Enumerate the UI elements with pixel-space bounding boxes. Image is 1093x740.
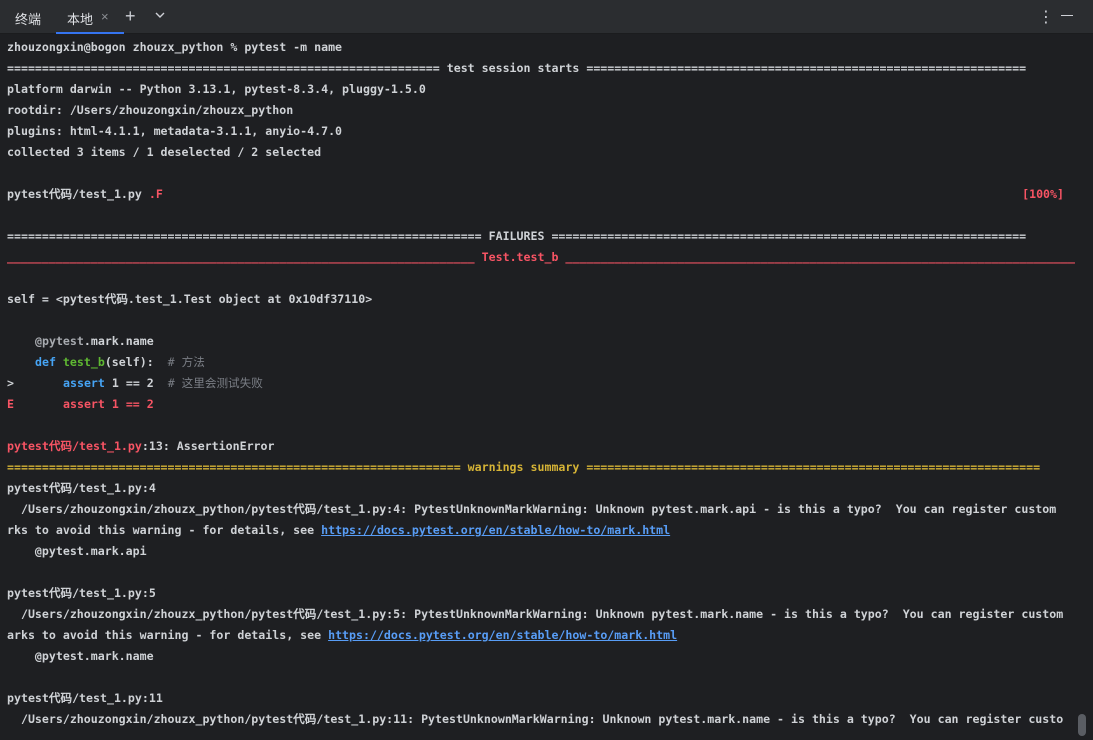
- add-icon[interactable]: +: [125, 6, 136, 27]
- def-comment: # 方法: [153, 355, 205, 369]
- assert-expression: 1 == 2: [111, 376, 154, 390]
- failure-test-header: ________________________________________…: [7, 247, 1075, 268]
- test-file: pytest代码/test_1.py: [7, 187, 149, 201]
- error-location: pytest代码/test_1.py: [7, 439, 142, 453]
- tab-local[interactable]: 本地 ×: [56, 0, 124, 34]
- close-icon[interactable]: ×: [101, 9, 109, 24]
- error-line: assert 1 == 2: [63, 397, 154, 411]
- terminal-output[interactable]: zhouzongxin@bogon zhouzx_python % pytest…: [0, 35, 1093, 740]
- assert-comment: # 这里会测试失败: [153, 376, 263, 390]
- assert-line: assert 1 == 2 # 这里会测试失败: [63, 373, 263, 394]
- error-prefix: E: [7, 397, 14, 411]
- def-keyword: def: [35, 355, 63, 369]
- failure-rule-right: ________________________________________…: [558, 250, 1075, 264]
- plugins-line: plugins: html-4.1.1, metadata-3.1.1, any…: [7, 124, 343, 138]
- warning-1-wrap: rks to avoid this warning - for details,…: [7, 520, 670, 541]
- collected-line: collected 3 items / 1 deselected / 2 sel…: [7, 145, 322, 159]
- test-progress-line: pytest代码/test_1.py .F: [7, 184, 163, 205]
- chevron-down-icon[interactable]: [154, 9, 166, 24]
- warning-1-message: /Users/zhouzongxin/zhouzx_python/pytest代…: [7, 502, 1057, 516]
- terminal-panel-title: 终端: [15, 12, 42, 27]
- warning-1-wrap-text: rks to avoid this warning - for details,…: [7, 523, 322, 537]
- minimize-icon[interactable]: [1061, 15, 1073, 16]
- warning-1-docs-link[interactable]: https://docs.pytest.org/en/stable/how-to…: [321, 523, 670, 537]
- assertion-error-line: pytest代码/test_1.py:13: AssertionError: [7, 436, 275, 457]
- assert-keyword: assert: [63, 376, 112, 390]
- decorator-at: @pytest: [35, 334, 84, 348]
- error-message: :13: AssertionError: [141, 439, 275, 453]
- function-name: test_b: [62, 355, 105, 369]
- assert-prefix: >: [7, 376, 14, 390]
- more-options-icon[interactable]: ⋮: [1038, 7, 1054, 27]
- test-result: .F: [148, 187, 163, 201]
- failure-rule-left: ________________________________________…: [7, 250, 482, 264]
- tab-local-label: 本地: [67, 12, 94, 27]
- decorator-line: @pytest.mark.name: [35, 331, 154, 352]
- warning-2-location: pytest代码/test_1.py:5: [7, 586, 156, 600]
- warning-2-source: @pytest.mark.name: [7, 649, 154, 663]
- command-line: zhouzongxin@bogon zhouzx_python % pytest…: [7, 40, 343, 54]
- terminal-tab-bar: 终端 本地 × + ⋮: [0, 0, 1093, 34]
- platform-line: platform darwin -- Python 3.13.1, pytest…: [7, 82, 426, 96]
- warning-2-wrap-text: arks to avoid this warning - for details…: [7, 628, 329, 642]
- function-signature: (self):: [104, 355, 154, 369]
- warning-3-location: pytest代码/test_1.py:11: [7, 691, 163, 705]
- warnings-header: ========================================…: [7, 460, 1041, 474]
- warning-2-message: /Users/zhouzongxin/zhouzx_python/pytest代…: [7, 607, 1064, 621]
- warning-3-message: /Users/zhouzongxin/zhouzx_python/pytest代…: [7, 712, 1064, 726]
- warning-1-location: pytest代码/test_1.py:4: [7, 481, 156, 495]
- test-percent: [100%]: [1022, 187, 1064, 201]
- decorator-rest: .mark.name: [83, 334, 154, 348]
- failure-test-name: Test.test_b: [481, 250, 559, 264]
- failures-header: ========================================…: [7, 229, 1027, 243]
- vertical-scrollbar[interactable]: [1078, 714, 1086, 736]
- self-line: self = <pytest代码.test_1.Test object at 0…: [7, 292, 373, 306]
- warning-2-docs-link[interactable]: https://docs.pytest.org/en/stable/how-to…: [328, 628, 677, 642]
- warning-2-wrap: arks to avoid this warning - for details…: [7, 625, 677, 646]
- def-line: def test_b(self): # 方法: [35, 352, 205, 373]
- rootdir-line: rootdir: /Users/zhouzongxin/zhouzx_pytho…: [7, 103, 294, 117]
- session-header: ========================================…: [7, 61, 1027, 75]
- warning-1-source: @pytest.mark.api: [7, 544, 147, 558]
